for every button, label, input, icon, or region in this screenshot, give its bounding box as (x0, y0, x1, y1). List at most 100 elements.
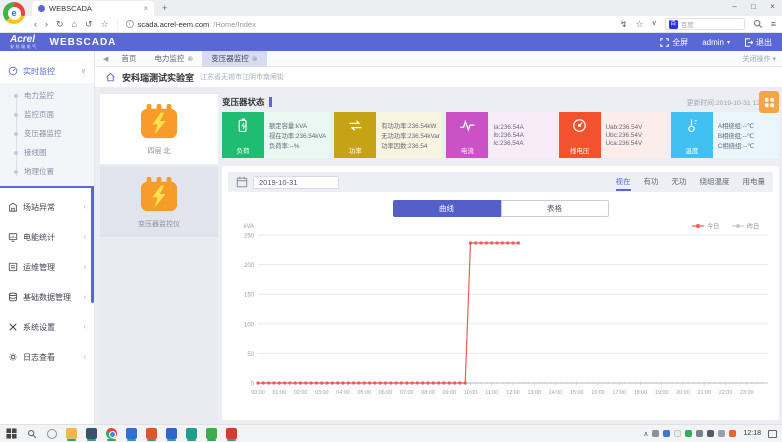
app-teal-icon[interactable] (185, 426, 198, 441)
caret-down-icon[interactable]: ∨ (652, 16, 657, 32)
metric-tab[interactable]: 无功 (672, 173, 687, 191)
file-explorer-icon[interactable] (65, 426, 78, 441)
data-point (729, 382, 732, 384)
sidebar-group[interactable]: 日志查看 ‹ (0, 342, 94, 372)
sidebar-group[interactable]: 场站异常 ‹ (0, 192, 94, 222)
legend-label[interactable]: 今日 (707, 223, 719, 231)
data-point (357, 381, 361, 385)
forward-icon[interactable]: › (45, 16, 48, 32)
view-tab[interactable]: 表格 (500, 200, 609, 217)
new-tab-button[interactable]: + (162, 1, 167, 16)
logout-button[interactable]: 退出 (744, 37, 772, 48)
collapse-tabs-icon[interactable]: ◀ (103, 55, 108, 63)
bookmark-star-icon[interactable]: ☆ (636, 16, 644, 32)
data-point (644, 382, 647, 384)
url-field[interactable]: i scada.acrel-eem.com/Home/Index (116, 17, 612, 31)
back-icon[interactable]: ‹ (34, 16, 37, 32)
data-point (389, 381, 393, 385)
system-monitor-icon[interactable] (85, 426, 98, 441)
sidebar-subitem[interactable]: 地理位置 (0, 162, 94, 181)
view-tab[interactable]: 曲线 (392, 200, 501, 217)
quick-menu-button[interactable] (759, 91, 779, 113)
sidebar-group[interactable]: 运维管理 ‹ (0, 252, 94, 282)
app-red-icon[interactable] (225, 426, 238, 441)
user-menu[interactable]: admin ▾ (702, 38, 730, 47)
minimize-button[interactable]: – (725, 0, 744, 15)
page-tab[interactable]: 电力监控 ⊗ (145, 51, 202, 67)
data-point (522, 382, 525, 384)
calendar-icon[interactable] (236, 176, 248, 188)
device-item[interactable]: 变压器监控仪 (100, 167, 218, 237)
taskbar-search-button[interactable] (25, 427, 38, 440)
app-green-icon[interactable] (205, 426, 218, 441)
flash-save-icon[interactable]: ↯ (620, 16, 628, 32)
search-icon[interactable] (753, 19, 763, 29)
legend-marker[interactable] (736, 224, 740, 228)
maximize-button[interactable]: □ (744, 0, 763, 15)
chevron-left-icon: ‹ (83, 203, 86, 211)
app-indigo-icon[interactable] (165, 426, 178, 441)
x-tick-label: 10:00 (464, 390, 478, 396)
legend-label[interactable]: 昨日 (747, 223, 759, 231)
tray-audio-icon[interactable] (696, 430, 704, 437)
sidebar-subitem[interactable]: 监控页面 (0, 105, 94, 124)
tray-volume-icon[interactable] (718, 430, 726, 437)
sidebar-nav: 实时监控 ∨ 电力监控 监控页面 变压器监控 接线图 地理位置场站异常 ‹ 电能统计 ‹ 运维管理 ‹… (0, 51, 95, 424)
sidebar-group[interactable]: 实时监控 ∨ (0, 59, 94, 83)
tray-display-icon[interactable] (707, 430, 715, 437)
data-point (373, 381, 377, 385)
favorite-star-icon[interactable]: ☆ (101, 16, 109, 32)
metric-tab[interactable]: 用电量 (743, 173, 766, 191)
sidebar-group[interactable]: 基础数据管理 ‹ (0, 282, 94, 312)
device-item[interactable]: 四层 北 (100, 94, 218, 164)
browser-tab[interactable]: WEBSCADA × (32, 1, 154, 16)
page-tab[interactable]: 首页 (112, 51, 145, 67)
app-orange-icon[interactable] (145, 426, 158, 441)
metric-tab[interactable]: 绕组温度 (700, 173, 730, 191)
browser-menu-icon[interactable]: ≡ (771, 16, 776, 32)
running-indicator (207, 439, 216, 441)
data-point (506, 241, 510, 245)
tray-security-icon[interactable] (652, 430, 660, 437)
close-tab-icon[interactable]: ⊗ (187, 55, 193, 63)
browser-search-box[interactable]: 百度 (664, 18, 745, 30)
status-card-label: 线电压 (569, 148, 590, 155)
notification-center-button[interactable] (768, 429, 777, 438)
tray-app-icon[interactable] (729, 430, 737, 437)
tray-chat-icon[interactable] (685, 430, 693, 437)
sidebar-subitem[interactable]: 接线图 (0, 143, 94, 162)
header-actions: 全屏 admin ▾ 退出 (660, 37, 772, 48)
sidebar-subitem[interactable]: 变压器监控 (0, 124, 94, 143)
taskbar-clock[interactable]: 12:18 (743, 430, 761, 437)
cortana-button[interactable] (45, 427, 58, 440)
start-button[interactable] (5, 427, 18, 440)
data-point (346, 381, 350, 385)
close-tab-icon[interactable]: ⊗ (252, 55, 258, 63)
site-info-icon[interactable]: i (125, 20, 134, 28)
fullscreen-button[interactable]: 全屏 (660, 37, 688, 48)
chrome-browser-icon[interactable] (105, 426, 118, 441)
tray-expand-icon[interactable]: ∧ (643, 430, 648, 438)
tab-actions-button[interactable]: 关闭操作 ▾ (742, 54, 776, 64)
bullet-icon (14, 169, 18, 174)
app-blue-icon[interactable] (125, 426, 138, 441)
close-button[interactable]: × (763, 0, 782, 15)
tray-doc-icon[interactable] (674, 430, 682, 437)
page-tab[interactable]: 变压器监控 ⊗ (202, 50, 267, 67)
tab-close-icon[interactable]: × (143, 4, 148, 13)
metric-tab[interactable]: 有功 (644, 173, 659, 191)
date-input[interactable] (253, 175, 339, 189)
metric-tab[interactable]: 视在 (615, 173, 631, 191)
home-icon[interactable]: ⌂ (72, 16, 77, 32)
restore-icon[interactable]: ↺ (85, 16, 93, 32)
sidebar-group[interactable]: 电能统计 ‹ (0, 222, 94, 252)
reload-icon[interactable]: ↻ (56, 16, 64, 32)
y-tick-label: 150 (244, 293, 255, 299)
sidebar-subitem[interactable]: 电力监控 (0, 86, 94, 105)
data-point (437, 381, 441, 385)
sidebar-group[interactable]: 系统设置 ‹ (0, 312, 94, 342)
browser-logo-icon[interactable] (3, 2, 25, 24)
tray-bluetooth-icon[interactable] (663, 430, 671, 437)
x-tick-label: 18:00 (634, 390, 648, 396)
legend-marker[interactable] (696, 224, 700, 228)
